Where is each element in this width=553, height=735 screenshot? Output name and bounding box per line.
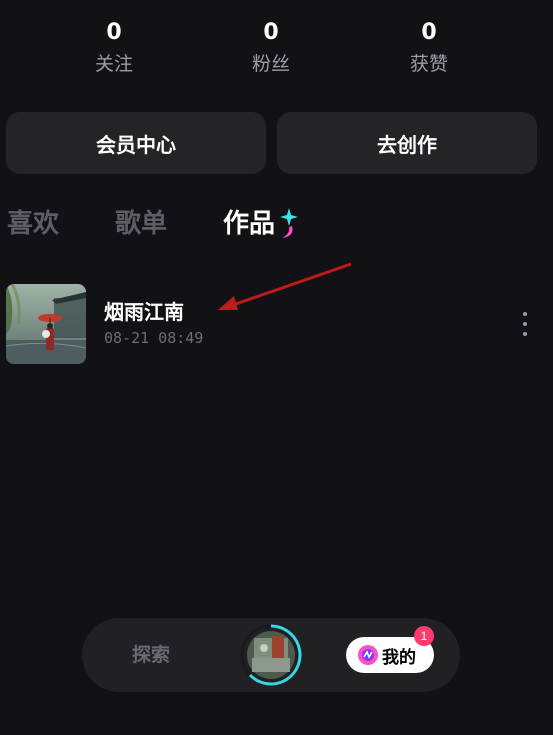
tab-works[interactable]: 作品 <box>223 204 275 244</box>
stat-likes-count: 0 <box>421 20 437 45</box>
notification-badge: 1 <box>414 626 434 646</box>
stat-following[interactable]: 0 关注 <box>69 18 159 79</box>
nav-mine-label: 我的 <box>382 647 416 668</box>
create-button[interactable]: 去创作 <box>277 112 537 174</box>
now-playing-cover-icon <box>240 624 302 686</box>
stat-following-label: 关注 <box>94 53 133 75</box>
misty-scene-thumbnail-image <box>6 284 86 364</box>
stat-likes-label: 获赞 <box>409 53 448 75</box>
stat-following-count: 0 <box>106 20 122 45</box>
work-thumbnail[interactable] <box>6 284 86 364</box>
bottom-nav: 探索 我的 1 <box>82 618 460 692</box>
nav-explore[interactable]: 探索 <box>132 640 170 670</box>
more-options-icon[interactable] <box>516 312 534 336</box>
member-center-button[interactable]: 会员中心 <box>6 112 266 174</box>
profile-logo-icon <box>358 645 378 665</box>
work-timestamp: 08-21 08:49 <box>104 329 204 347</box>
tab-playlists[interactable]: 歌单 <box>115 204 167 244</box>
profile-page: 0 关注 0 粉丝 0 获赞 会员中心 去创作 喜欢 歌单 作品 烟雨江南 08… <box>0 0 553 735</box>
annotation-arrow-icon <box>218 262 352 310</box>
tab-likes[interactable]: 喜欢 <box>7 204 59 244</box>
stat-followers-label: 粉丝 <box>251 53 290 75</box>
sparkle-icon <box>280 208 298 238</box>
stat-followers-count: 0 <box>263 20 279 45</box>
now-playing-button[interactable] <box>240 624 302 686</box>
stat-likes[interactable]: 0 获赞 <box>384 18 474 79</box>
work-title[interactable]: 烟雨江南 <box>104 298 184 326</box>
stat-followers[interactable]: 0 粉丝 <box>226 18 316 79</box>
